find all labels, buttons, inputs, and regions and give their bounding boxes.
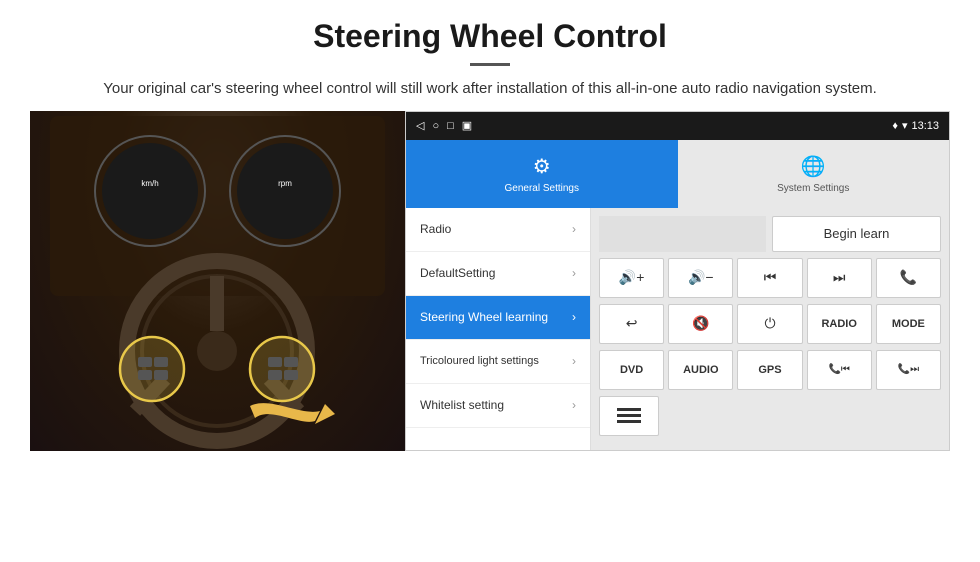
top-nav: ⚙ General Settings 🌐 System Settings: [406, 140, 949, 208]
radio-label: RADIO: [821, 318, 856, 330]
right-panel: Begin learn 🔊+ 🔊− ⏮: [591, 208, 949, 450]
dvd-button[interactable]: DVD: [599, 350, 664, 390]
control-row-2: ↩ 🔇 ⏻ RADIO MODE: [599, 304, 941, 344]
mode-label: MODE: [892, 318, 925, 330]
volume-down-icon: 🔊−: [688, 269, 714, 286]
tab-general-settings[interactable]: ⚙ General Settings: [406, 140, 678, 208]
tab-system-label: System Settings: [777, 183, 849, 194]
audio-button[interactable]: AUDIO: [668, 350, 733, 390]
menu-item-steering-wheel[interactable]: Steering Wheel learning ›: [406, 296, 590, 340]
android-panel: ◁ ○ □ ▣ ♦ ▾ 13:13 ⚙ General Settings: [405, 111, 950, 451]
chevron-right-icon-3: ›: [572, 310, 576, 324]
page-title: Steering Wheel Control: [60, 18, 920, 55]
prev-icon: ⏮: [764, 269, 777, 286]
mode-button[interactable]: MODE: [876, 304, 941, 344]
content-area: km/h rpm: [30, 111, 950, 451]
mute-icon: 🔇: [692, 315, 709, 332]
system-globe-icon: 🌐: [801, 154, 826, 179]
control-row-3: DVD AUDIO GPS 📞⏮ 📞⏭: [599, 350, 941, 390]
svg-text:rpm: rpm: [278, 179, 292, 188]
menu-default-label: DefaultSetting: [420, 266, 495, 280]
steering-wheel-svg: km/h rpm: [30, 111, 405, 451]
main-content: Radio › DefaultSetting › Steering Wheel …: [406, 208, 949, 450]
next-icon: ⏭: [833, 269, 846, 286]
menu-tricoloured-label: Tricoloured light settings: [420, 354, 539, 368]
dvd-label: DVD: [620, 364, 643, 376]
back-icon: ◁: [416, 119, 424, 132]
power-button[interactable]: ⏻: [737, 304, 802, 344]
control-row-1: 🔊+ 🔊− ⏮ ⏭ 📞: [599, 258, 941, 298]
menu-item-tricoloured[interactable]: Tricoloured light settings ›: [406, 340, 590, 384]
volume-down-button[interactable]: 🔊−: [668, 258, 733, 298]
scan-row: [599, 396, 941, 436]
signal-icon: ♦: [892, 120, 898, 132]
home-icon: ○: [432, 120, 439, 132]
status-left: ◁ ○ □ ▣: [416, 119, 472, 132]
call-prev-button[interactable]: 📞⏮: [807, 350, 872, 390]
tab-system-settings[interactable]: 🌐 System Settings: [678, 140, 950, 208]
left-menu: Radio › DefaultSetting › Steering Wheel …: [406, 208, 591, 450]
time-display: 13:13: [911, 120, 939, 132]
recent-icon: □: [447, 120, 454, 132]
wifi-icon: ▾: [902, 119, 908, 132]
mute-button[interactable]: 🔇: [668, 304, 733, 344]
radio-button[interactable]: RADIO: [807, 304, 872, 344]
phone-icon: 📞: [900, 269, 917, 286]
status-bar: ◁ ○ □ ▣ ♦ ▾ 13:13: [406, 112, 949, 140]
chevron-right-icon-2: ›: [572, 266, 576, 280]
call-next-button[interactable]: 📞⏭: [876, 350, 941, 390]
svg-text:km/h: km/h: [141, 179, 158, 188]
status-right: ♦ ▾ 13:13: [892, 119, 939, 132]
audio-label: AUDIO: [683, 364, 718, 376]
volume-up-icon: 🔊+: [619, 269, 645, 286]
phone-hangup-icon: ↩: [626, 315, 638, 332]
menu-radio-label: Radio: [420, 222, 451, 236]
scan-icon: [615, 405, 643, 427]
menu-icon: ▣: [462, 119, 472, 132]
chevron-right-icon-5: ›: [572, 398, 576, 412]
menu-whitelist-label: Whitelist setting: [420, 398, 504, 412]
page-subtitle: Your original car's steering wheel contr…: [60, 78, 920, 101]
chevron-right-icon: ›: [572, 222, 576, 236]
volume-up-button[interactable]: 🔊+: [599, 258, 664, 298]
next-track-button[interactable]: ⏭: [807, 258, 872, 298]
begin-learn-row: Begin learn: [599, 216, 941, 252]
tab-general-label: General Settings: [505, 183, 580, 194]
menu-item-whitelist[interactable]: Whitelist setting ›: [406, 384, 590, 428]
settings-gear-icon: ⚙: [533, 154, 551, 179]
call-next-icon: 📞⏭: [898, 364, 919, 375]
scan-button[interactable]: [599, 396, 659, 436]
prev-track-button[interactable]: ⏮: [737, 258, 802, 298]
chevron-right-icon-4: ›: [572, 354, 576, 368]
begin-learn-spacer: [599, 216, 766, 252]
power-icon: ⏻: [764, 315, 775, 332]
call-button[interactable]: 📞: [876, 258, 941, 298]
gps-button[interactable]: GPS: [737, 350, 802, 390]
page-wrapper: Steering Wheel Control Your original car…: [0, 0, 980, 451]
begin-learn-button[interactable]: Begin learn: [772, 216, 941, 252]
back-call-button[interactable]: ↩: [599, 304, 664, 344]
page-header: Steering Wheel Control Your original car…: [0, 0, 980, 111]
menu-item-default-setting[interactable]: DefaultSetting ›: [406, 252, 590, 296]
car-image: km/h rpm: [30, 111, 405, 451]
call-prev-icon: 📞⏮: [828, 364, 849, 375]
gps-label: GPS: [758, 364, 781, 376]
menu-item-radio[interactable]: Radio ›: [406, 208, 590, 252]
menu-steering-label: Steering Wheel learning: [420, 310, 548, 324]
title-divider: [470, 63, 510, 66]
